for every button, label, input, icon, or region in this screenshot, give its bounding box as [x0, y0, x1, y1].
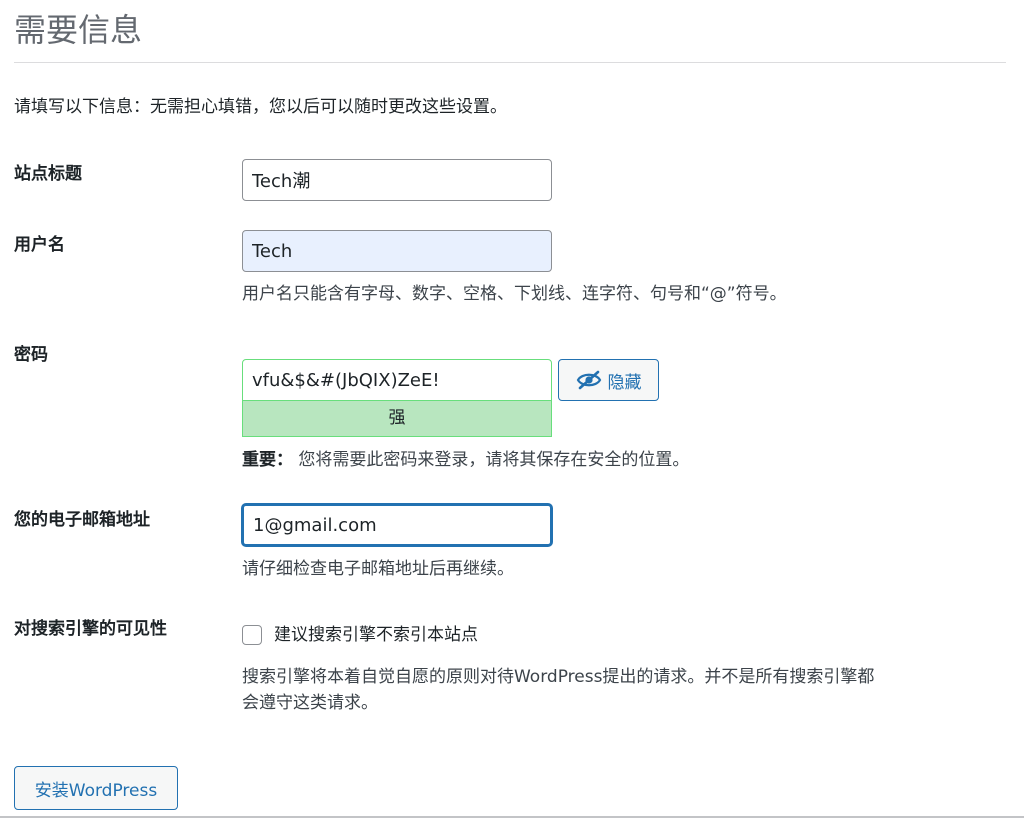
page-title: 需要信息	[14, 11, 143, 49]
search-visibility-description-line-2: 会遵守这类请求。	[242, 693, 378, 713]
search-visibility-checkbox[interactable]	[242, 625, 262, 645]
hide-password-button[interactable]: 隐藏	[558, 359, 659, 401]
search-visibility-row: 建议搜索引擎不索引本站点	[242, 622, 478, 648]
eye-slash-icon	[576, 370, 601, 390]
email-hint: 请仔细检查电子邮箱地址后再继续。	[242, 559, 514, 579]
password-strength-meter: 强	[242, 401, 552, 437]
intro-text: 请填写以下信息：无需担心填错，您以后可以随时更改这些设置。	[14, 97, 507, 117]
email-label: 您的电子邮箱地址	[14, 510, 150, 530]
username-hint: 用户名只能含有字母、数字、空格、下划线、连字符、句号和“@”符号。	[242, 284, 787, 304]
install-wordpress-button[interactable]: 安装WordPress	[14, 766, 178, 810]
email-input[interactable]	[242, 504, 552, 546]
site-title-input[interactable]	[242, 159, 552, 201]
username-input[interactable]	[242, 230, 552, 272]
search-visibility-label: 对搜索引擎的可见性	[14, 619, 167, 639]
password-note: 重要： 您将需要此密码来登录，请将其保存在安全的位置。	[242, 447, 689, 473]
hide-password-label: 隐藏	[607, 372, 642, 393]
search-visibility-checkbox-label[interactable]: 建议搜索引擎不索引本站点	[274, 622, 478, 648]
site-title-label: 站点标题	[14, 164, 82, 184]
install-form-page: 需要信息 请填写以下信息：无需担心填错，您以后可以随时更改这些设置。 站点标题 …	[0, 0, 1024, 818]
password-note-strong: 重要：	[242, 450, 293, 470]
password-label: 密码	[14, 345, 48, 365]
search-visibility-description: 搜索引擎将本着自觉自愿的原则对待WordPress提出的请求。并不是所有搜索引擎…	[242, 664, 874, 716]
password-note-text: 您将需要此密码来登录，请将其保存在安全的位置。	[298, 450, 690, 470]
search-visibility-description-line-1: 搜索引擎将本着自觉自愿的原则对待WordPress提出的请求。并不是所有搜索引擎…	[242, 667, 875, 687]
username-label: 用户名	[14, 235, 65, 255]
password-input[interactable]	[242, 359, 552, 401]
title-divider	[14, 62, 1006, 63]
